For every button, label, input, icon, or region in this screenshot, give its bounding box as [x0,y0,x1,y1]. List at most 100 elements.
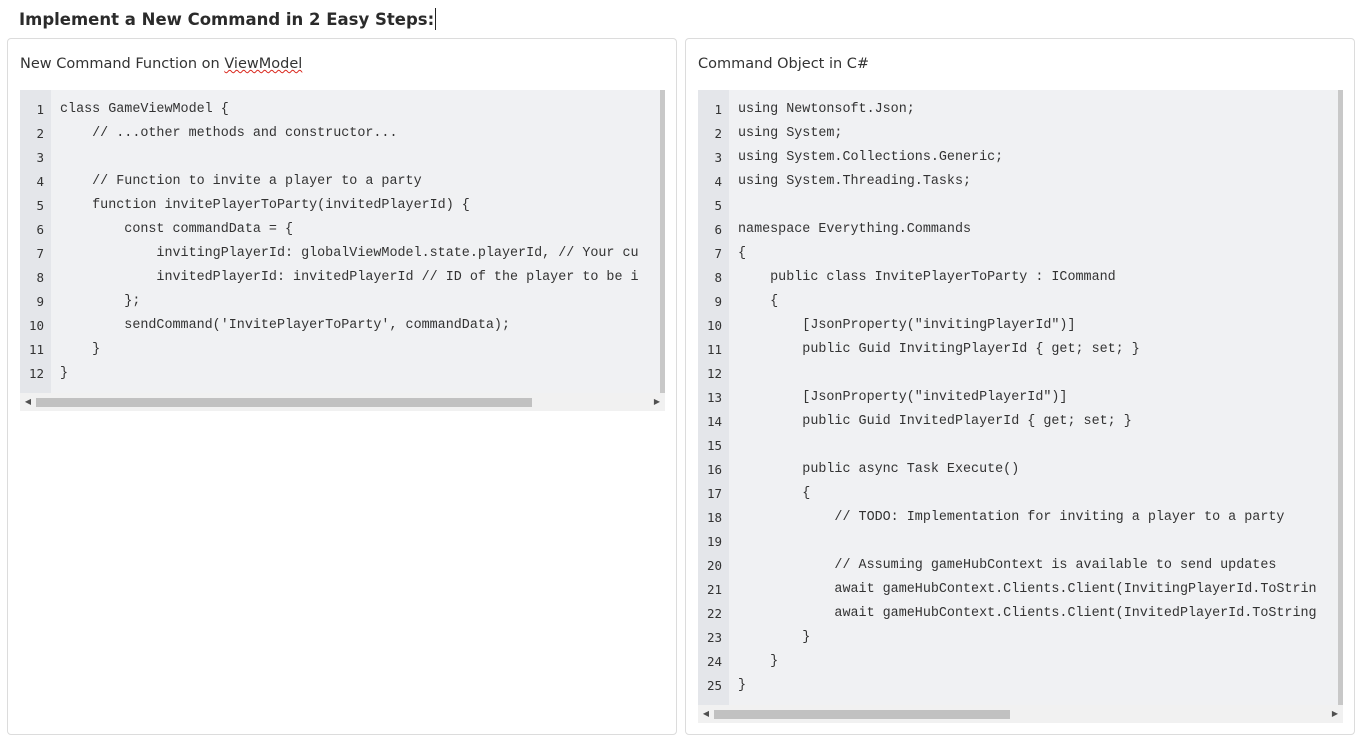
line-number: 25 [706,678,722,693]
viewmodel-panel-title: New Command Function on ViewModel [20,56,302,72]
code-text: } [60,342,101,357]
code-text: public async Task Execute() [738,462,1020,477]
line-number: 3 [714,150,722,165]
code-text: const commandData = { [60,222,294,237]
line-number: 22 [706,606,722,621]
vertical-scrollbar[interactable] [660,90,665,393]
line-number: 23 [706,630,722,645]
line-number: 10 [28,318,44,333]
code-line: 23 } [698,626,1343,650]
code-text: }; [60,294,141,309]
code-line: 11 } [20,338,665,362]
line-number: 6 [714,222,722,237]
code-line: 8 public class InvitePlayerToParty : ICo… [698,266,1343,290]
code-line: 19 [698,530,1343,554]
code-line: 6 namespace Everything.Commands [698,218,1343,242]
line-number: 12 [28,366,44,381]
line-number: 24 [706,654,722,669]
code-line: 4 // Function to invite a player to a pa… [20,170,665,194]
line-number: 12 [706,366,722,381]
code-line: 18 // TODO: Implementation for inviting … [698,506,1343,530]
scrollbar-thumb[interactable] [714,710,1010,719]
code-lines: 1 class GameViewModel {2 // ...other meth… [20,98,665,386]
code-line: 7 invitingPlayerId: globalViewModel.stat… [20,242,665,266]
code-line: 6 const commandData = { [20,218,665,242]
code-text: await gameHubContext.Clients.Client(Invi… [738,582,1317,597]
code-text: using System.Collections.Generic; [738,150,1004,165]
line-number: 16 [706,462,722,477]
code-line: 11 public Guid InvitingPlayerId { get; s… [698,338,1343,362]
line-number: 8 [714,270,722,285]
scrollbar-thumb[interactable] [36,398,532,407]
code-text: // Assuming gameHubContext is available … [738,558,1277,573]
line-number: 9 [714,294,722,309]
line-number: 17 [706,486,722,501]
vertical-scrollbar[interactable] [1338,90,1343,705]
code-text: } [738,630,811,645]
code-line: 4 using System.Threading.Tasks; [698,170,1343,194]
code-line: 25} [698,674,1343,698]
code-line: 1 class GameViewModel { [20,98,665,122]
code-line: 3 using System.Collections.Generic; [698,146,1343,170]
horizontal-scrollbar[interactable]: ◀ ▶ [698,705,1343,723]
code-text: using System.Threading.Tasks; [738,174,972,189]
line-number: 7 [36,246,44,261]
scroll-right-icon[interactable]: ▶ [651,397,663,407]
code-text: class GameViewModel { [60,102,229,117]
line-number: 4 [36,174,44,189]
csharp-code-block[interactable]: 1 using Newtonsoft.Json; 2 using System; 3 us… [698,90,1343,723]
code-text: public class InvitePlayerToParty : IComm… [738,270,1116,285]
line-number: 1 [714,102,722,117]
code-line: 12 [698,362,1343,386]
line-number: 3 [36,150,44,165]
code-line: 10 [JsonProperty("invitingPlayerId")] [698,314,1343,338]
scroll-left-icon[interactable]: ◀ [700,709,712,719]
code-text: [JsonProperty("invitedPlayerId")] [738,390,1068,405]
horizontal-scrollbar[interactable]: ◀ ▶ [20,393,665,411]
line-number: 18 [706,510,722,525]
code-line: 12} [20,362,665,386]
line-number: 15 [706,438,722,453]
line-number: 9 [36,294,44,309]
page-title[interactable]: Implement a New Command in 2 Easy Steps: [19,8,437,30]
text-caret [435,8,437,30]
line-number: 10 [706,318,722,333]
code-text: using Newtonsoft.Json; [738,102,915,117]
code-text: // Function to invite a player to a part… [60,174,422,189]
line-number: 1 [36,102,44,117]
code-line: 15 [698,434,1343,458]
scroll-right-icon[interactable]: ▶ [1329,709,1341,719]
csharp-panel-title: Command Object in C# [698,56,870,72]
js-code-block[interactable]: 1 class GameViewModel {2 // ...other meth… [20,90,665,411]
code-line: 9 }; [20,290,665,314]
code-text: { [738,246,747,261]
code-text: invitingPlayerId: globalViewModel.state.… [60,246,639,261]
code-text: function invitePlayerToParty(invitedPlay… [60,198,470,213]
code-text: { [738,294,779,309]
code-text: } [60,366,69,381]
code-line: 22 await gameHubContext.Clients.Client(I… [698,602,1343,626]
code-line: 14 public Guid InvitedPlayerId { get; se… [698,410,1343,434]
line-number: 19 [706,534,722,549]
line-number: 14 [706,414,722,429]
code-line: 5 [698,194,1343,218]
line-number: 13 [706,390,722,405]
code-line: 21 await gameHubContext.Clients.Client(I… [698,578,1343,602]
code-text: using System; [738,126,843,141]
code-text: // ...other methods and constructor... [60,126,398,141]
code-line: 2 using System; [698,122,1343,146]
code-text: { [738,486,811,501]
code-line: 10 sendCommand('InvitePlayerToParty', co… [20,314,665,338]
viewmodel-panel: New Command Function on ViewModel 1 class… [7,38,677,735]
code-line: 16 public async Task Execute() [698,458,1343,482]
line-number: 11 [706,342,722,357]
code-line: 5 function invitePlayerToParty(invitedPl… [20,194,665,218]
code-line: 24 } [698,650,1343,674]
scroll-left-icon[interactable]: ◀ [22,397,34,407]
code-text: namespace Everything.Commands [738,222,972,237]
code-text: sendCommand('InvitePlayerToParty', comma… [60,318,510,333]
code-text: [JsonProperty("invitingPlayerId")] [738,318,1076,333]
line-number: 2 [714,126,722,141]
panel-title-prefix: New Command Function on [20,56,225,72]
line-number: 11 [28,342,44,357]
